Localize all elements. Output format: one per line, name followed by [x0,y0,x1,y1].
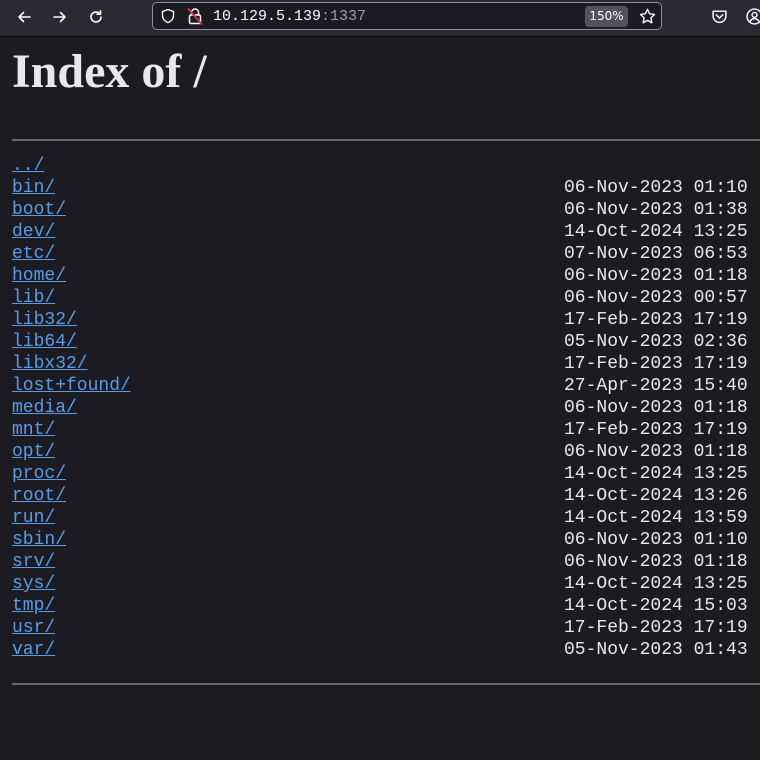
listing-row: proc/14-Oct-2024 13:25 [12,463,760,485]
modified-date: 05-Nov-2023 02:36 [564,332,748,352]
modified-date: 17-Feb-2023 17:19 [564,310,748,330]
directory-link[interactable]: lib32/ [12,310,77,330]
modified-date: 17-Feb-2023 17:19 [564,354,748,374]
listing-row: srv/06-Nov-2023 01:18 [12,551,760,573]
directory-link[interactable]: root/ [12,486,66,506]
listing-row: bin/06-Nov-2023 01:10 [12,177,760,199]
directory-link[interactable]: mnt/ [12,420,55,440]
directory-link[interactable]: sys/ [12,574,55,594]
listing-row: var/05-Nov-2023 01:43 [12,639,760,661]
modified-date: 05-Nov-2023 01:43 [564,640,748,660]
listing-row: sbin/06-Nov-2023 01:10 [12,529,760,551]
modified-date: 06-Nov-2023 01:18 [564,266,748,286]
tracking-protection-icon[interactable] [160,8,176,24]
directory-link[interactable]: libx32/ [12,354,88,374]
listing-row: dev/14-Oct-2024 13:25 [12,221,760,243]
listing-row: lib32/17-Feb-2023 17:19 [12,309,760,331]
modified-date: 06-Nov-2023 01:10 [564,178,748,198]
directory-link[interactable]: lib64/ [12,332,77,352]
modified-date: 14-Oct-2024 13:59 [564,508,748,528]
listing-row: boot/06-Nov-2023 01:38 [12,199,760,221]
directory-link[interactable]: var/ [12,640,55,660]
directory-link[interactable]: lib/ [12,288,55,308]
browser-toolbar: 10.129.5.139:1337 150% [0,0,760,37]
pocket-icon[interactable] [711,8,728,25]
directory-listing: ../bin/06-Nov-2023 01:10 boot/06-Nov-2023… [12,155,760,661]
modified-date: 14-Oct-2024 13:25 [564,574,748,594]
directory-link[interactable]: bin/ [12,178,55,198]
modified-date: 14-Oct-2024 13:26 [564,486,748,506]
listing-row: lib64/05-Nov-2023 02:36 [12,331,760,353]
listing-row: root/14-Oct-2024 13:26 [12,485,760,507]
modified-date: 27-Apr-2023 15:40 [564,376,748,396]
directory-link[interactable]: sbin/ [12,530,66,550]
listing-row: lib/06-Nov-2023 00:57 [12,287,760,309]
directory-link[interactable]: run/ [12,508,55,528]
directory-link[interactable]: tmp/ [12,596,55,616]
listing-row: run/14-Oct-2024 13:59 [12,507,760,529]
directory-link[interactable]: opt/ [12,442,55,462]
directory-link[interactable]: proc/ [12,464,66,484]
directory-link[interactable]: boot/ [12,200,66,220]
modified-date: 14-Oct-2024 13:25 [564,222,748,242]
parent-directory-link[interactable]: ../ [12,156,44,176]
url-text[interactable]: 10.129.5.139:1337 [213,7,366,27]
directory-link[interactable]: lost+found/ [12,376,131,396]
directory-link[interactable]: dev/ [12,222,55,242]
insecure-lock-icon[interactable] [187,7,203,25]
listing-row: opt/06-Nov-2023 01:18 [12,441,760,463]
modified-date: 17-Feb-2023 17:19 [564,618,748,638]
listing-row: lost+found/27-Apr-2023 15:40 [12,375,760,397]
bottom-divider [12,683,760,685]
account-icon[interactable] [746,8,760,25]
directory-link[interactable]: home/ [12,266,66,286]
modified-date: 06-Nov-2023 01:18 [564,398,748,418]
directory-link[interactable]: srv/ [12,552,55,572]
listing-row: media/06-Nov-2023 01:18 [12,397,760,419]
bookmark-star-icon[interactable] [639,8,656,25]
modified-date: 06-Nov-2023 01:38 [564,200,748,220]
listing-row: etc/07-Nov-2023 06:53 [12,243,760,265]
listing-row: libx32/17-Feb-2023 17:19 [12,353,760,375]
modified-date: 06-Nov-2023 01:18 [564,442,748,462]
zoom-level-button[interactable]: 150% [585,6,628,27]
page-title: Index of / [12,45,207,98]
listing-row: home/06-Nov-2023 01:18 [12,265,760,287]
top-divider [12,139,760,141]
listing-row: ../ [12,155,760,177]
directory-link[interactable]: media/ [12,398,77,418]
url-port: :1337 [321,8,367,25]
directory-link[interactable]: usr/ [12,618,55,638]
listing-row: mnt/17-Feb-2023 17:19 [12,419,760,441]
back-icon[interactable] [11,5,37,29]
listing-row: sys/14-Oct-2024 13:25 [12,573,760,595]
directory-link[interactable]: etc/ [12,244,55,264]
reload-icon[interactable] [83,5,109,29]
address-bar[interactable]: 10.129.5.139:1337 150% [152,2,662,30]
modified-date: 14-Oct-2024 15:03 [564,596,748,616]
modified-date: 07-Nov-2023 06:53 [564,244,748,264]
modified-date: 14-Oct-2024 13:25 [564,464,748,484]
listing-row: usr/17-Feb-2023 17:19 [12,617,760,639]
url-host: 10.129.5.139 [213,8,322,25]
modified-date: 06-Nov-2023 01:18 [564,552,748,572]
forward-icon[interactable] [47,5,73,29]
listing-row: tmp/14-Oct-2024 15:03 [12,595,760,617]
modified-date: 17-Feb-2023 17:19 [564,420,748,440]
modified-date: 06-Nov-2023 00:57 [564,288,748,308]
modified-date: 06-Nov-2023 01:10 [564,530,748,550]
